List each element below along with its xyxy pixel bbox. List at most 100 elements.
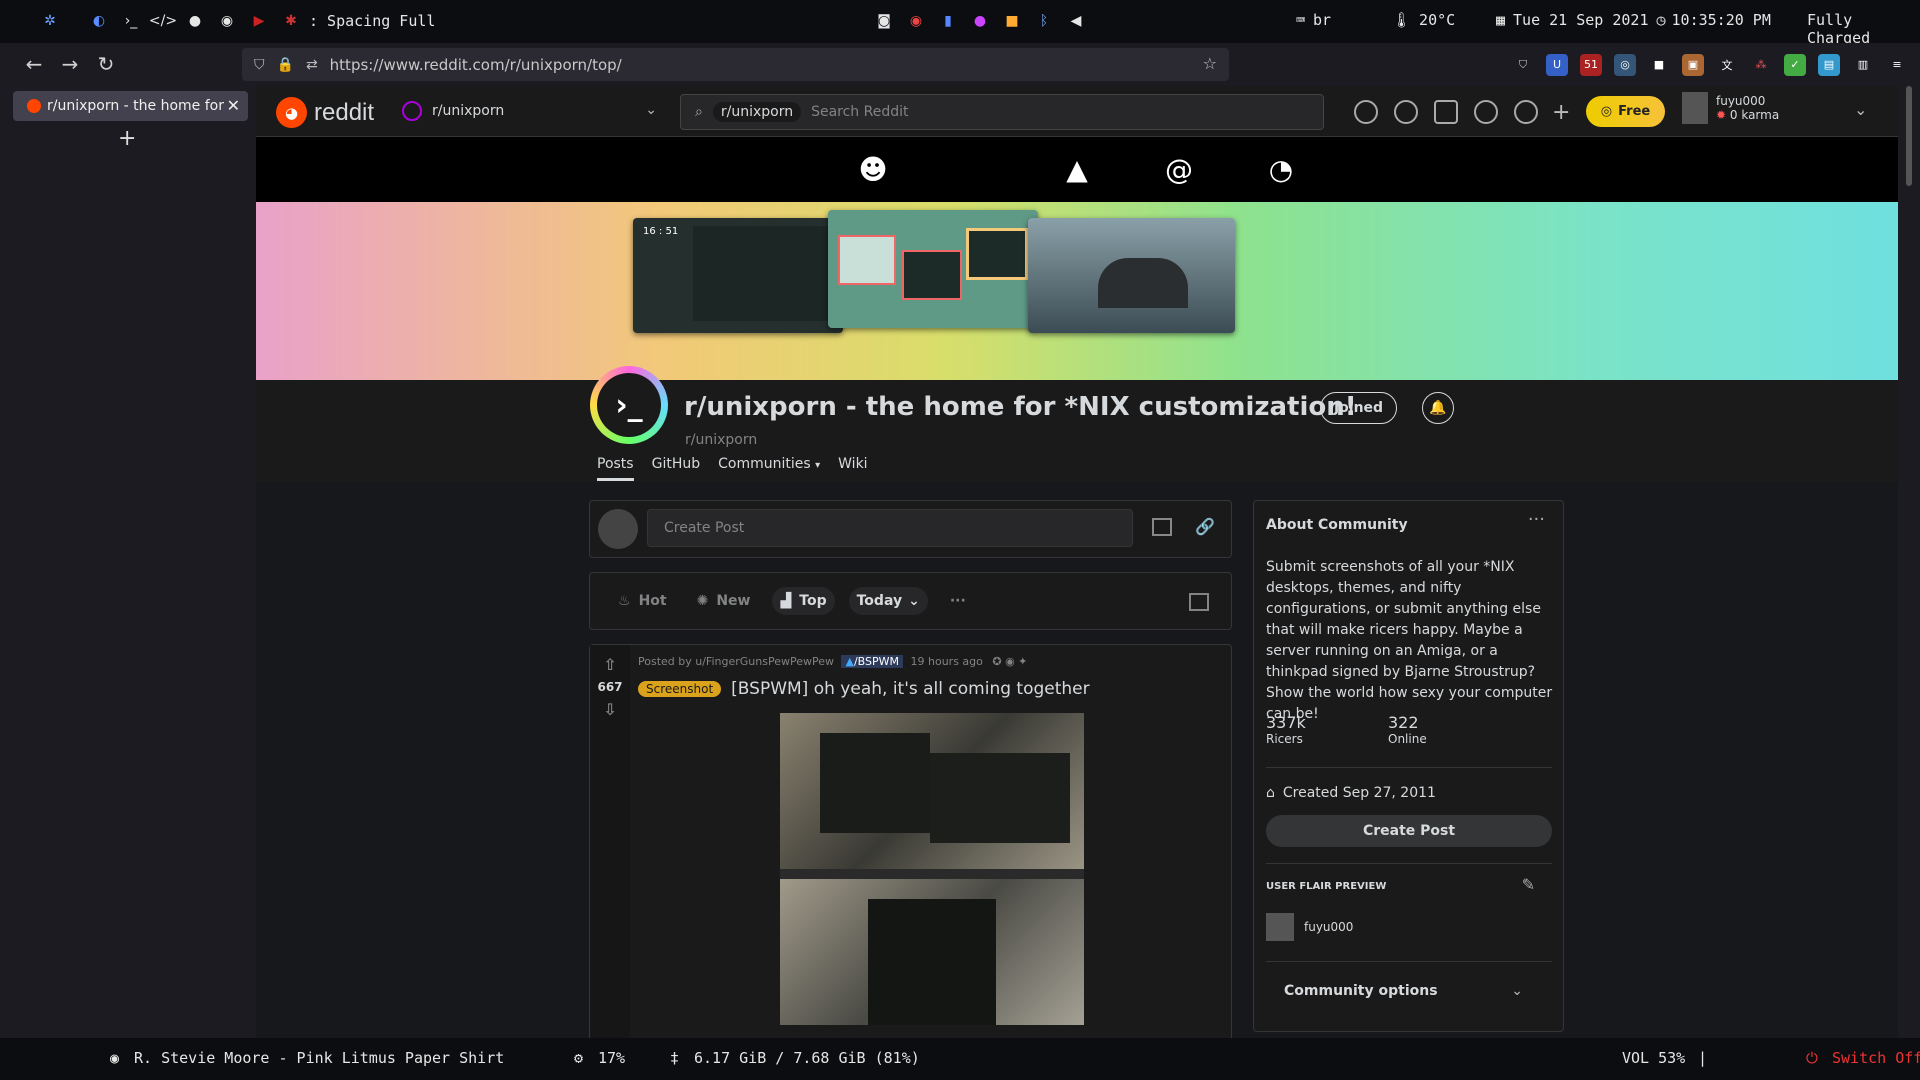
chevron-down-icon: ⌄ xyxy=(908,593,920,609)
post-flair-tag[interactable]: Screenshot xyxy=(638,681,722,697)
search-scope-chip[interactable]: r/unixporn xyxy=(712,102,802,122)
ext-lock-icon[interactable]: ■ xyxy=(1648,54,1670,76)
rpan-icon[interactable] xyxy=(1434,100,1458,124)
popular-icon[interactable] xyxy=(1354,100,1378,124)
youtube-icon[interactable]: ▶ xyxy=(248,10,270,32)
caret-down-icon: ▾ xyxy=(815,460,821,471)
user-flair-text: /BSPWM xyxy=(853,655,899,668)
code-icon[interactable]: </> xyxy=(149,10,177,32)
bell-icon[interactable]: 🔔 xyxy=(1422,392,1454,424)
switch-off[interactable]: Switch Off xyxy=(1832,1049,1920,1067)
post-image[interactable] xyxy=(780,713,1084,1025)
url-text[interactable]: https://www.reddit.com/r/unixporn/top/ xyxy=(330,56,622,74)
keyboard-layout: br xyxy=(1313,11,1332,29)
reddit-logo[interactable]: ◕ reddit xyxy=(276,97,374,128)
tab-wiki[interactable]: Wiki xyxy=(838,456,867,481)
chat-icon[interactable]: ● xyxy=(184,10,206,32)
scrollbar-thumb[interactable] xyxy=(1906,86,1912,186)
search-bar[interactable]: ⌕ r/unixporn Search Reddit xyxy=(680,94,1324,130)
bluetooth-icon[interactable]: ᛒ xyxy=(1033,10,1055,32)
firefox-icon[interactable]: ◐ xyxy=(88,10,110,32)
translate-icon[interactable]: 文 xyxy=(1716,54,1738,76)
spotify-icon[interactable]: ◉ xyxy=(110,1049,119,1067)
volume[interactable]: VOL 53% xyxy=(1622,1049,1685,1067)
community-selector[interactable]: r/unixporn ⌄ xyxy=(402,94,657,128)
gear-icon[interactable]: ✲ xyxy=(39,10,61,32)
files-icon[interactable]: ■ xyxy=(1001,10,1023,32)
community-options-toggle[interactable]: Community options xyxy=(1284,983,1438,999)
chrome-icon[interactable]: ◉ xyxy=(905,10,927,32)
compass-icon[interactable]: ◎ xyxy=(1614,53,1636,76)
notifications-icon[interactable] xyxy=(1514,100,1538,124)
ext-dots-icon[interactable]: ⁂ xyxy=(1750,54,1772,76)
sort-new-button[interactable]: ✺ New xyxy=(689,587,759,615)
more-options-icon[interactable]: ··· xyxy=(1528,509,1545,530)
joined-button[interactable]: Joined xyxy=(1320,392,1397,424)
sort-top-button[interactable]: ▟ Top xyxy=(772,587,835,615)
user-menu[interactable]: fuyu000 ✹ 0 karma ⌄ xyxy=(1682,92,1867,124)
power-icon[interactable]: ⏻ xyxy=(1806,1049,1818,1067)
divider xyxy=(1266,767,1552,768)
pocket-icon[interactable]: ⛉ xyxy=(1512,54,1534,76)
signal-icon[interactable]: ▮ xyxy=(937,10,959,32)
tab-communities[interactable]: Communities ▾ xyxy=(718,456,820,481)
discord-icon[interactable]: ◙ xyxy=(873,10,895,32)
online-count: 322 xyxy=(1388,713,1419,732)
cpu-icon: ⚙ xyxy=(574,1049,584,1067)
image-upload-icon[interactable] xyxy=(1152,518,1172,536)
free-coins-button[interactable]: ◎ Free xyxy=(1586,96,1665,127)
thermometer-icon: 🌡 xyxy=(1392,11,1412,29)
more-options-icon[interactable]: ··· xyxy=(950,593,966,609)
sidebar-toggle-icon[interactable]: ▥ xyxy=(1852,54,1874,76)
post-card[interactable]: ⇧ 667 ⇩ Posted by u/FingerGunsPewPewPew … xyxy=(589,644,1232,1038)
chat-icon[interactable] xyxy=(1474,100,1498,124)
create-post-button[interactable]: Create Post xyxy=(1266,815,1552,847)
shield-icon[interactable]: ⛉ xyxy=(254,57,265,73)
tab-github[interactable]: GitHub xyxy=(652,456,701,481)
terminal-icon[interactable]: ›_ xyxy=(120,10,142,32)
avatar[interactable] xyxy=(598,509,638,549)
lock-icon[interactable]: 🔒 xyxy=(277,57,294,73)
speaker-icon[interactable]: ◀ xyxy=(1065,10,1087,32)
post-age[interactable]: 19 hours ago xyxy=(911,655,983,668)
chevron-down-icon[interactable]: ⌄ xyxy=(1511,983,1523,999)
asterisk-icon[interactable]: ✱ xyxy=(280,10,302,32)
back-button[interactable]: ← xyxy=(16,46,52,82)
ext-badge-icon[interactable]: 51 xyxy=(1580,53,1602,76)
sort-hot-button[interactable]: ♨ Hot xyxy=(610,587,675,615)
post-author[interactable]: Posted by u/FingerGunsPewPewPew xyxy=(638,655,834,668)
post-title[interactable]: [BSPWM] oh yeah, it's all coming togethe… xyxy=(731,679,1089,699)
upvote-icon[interactable]: ⇧ xyxy=(603,655,616,674)
ext-app-icon[interactable]: ▣ xyxy=(1682,53,1704,76)
ublock-icon[interactable]: U xyxy=(1546,53,1568,76)
timeframe-dropdown[interactable]: Today ⌄ xyxy=(848,587,928,615)
close-tab-icon[interactable]: ✕ xyxy=(227,96,240,115)
ext-green-icon[interactable]: ✓ xyxy=(1784,53,1806,76)
volume-bar[interactable]: | xyxy=(1698,1049,1707,1067)
page-scrollbar[interactable] xyxy=(1898,86,1920,1038)
bookmark-star-icon[interactable]: ☆ xyxy=(1203,54,1217,73)
tab-posts[interactable]: Posts xyxy=(597,456,634,481)
layout-switch-icon[interactable] xyxy=(1189,593,1209,611)
create-post-input[interactable]: Create Post xyxy=(647,509,1133,547)
cpu-usage: 17% xyxy=(598,1049,626,1067)
create-post-plus-icon[interactable]: + xyxy=(1552,100,1570,125)
forward-button[interactable]: → xyxy=(52,46,88,82)
downvote-icon[interactable]: ⇩ xyxy=(603,700,616,719)
system-top-bar: ✲ ◐ ›_ </> ● ◉ ▶ ✱ : Spacing Full ◙ ◉ ▮ … xyxy=(0,0,1920,47)
divider xyxy=(1266,863,1552,864)
url-bar[interactable]: ⛉ 🔒 ⇄ https://www.reddit.com/r/unixporn/… xyxy=(242,48,1229,81)
search-input[interactable]: Search Reddit xyxy=(811,104,908,120)
reload-button[interactable]: ↻ xyxy=(88,46,124,82)
spotify-icon[interactable]: ◉ xyxy=(216,10,238,32)
save-icon[interactable]: ▤ xyxy=(1818,53,1840,76)
tab-unixporn[interactable]: r/unixporn - the home for ✕ xyxy=(13,91,248,121)
menu-icon[interactable]: ≡ xyxy=(1886,54,1908,76)
now-playing[interactable]: R. Stevie Moore - Pink Litmus Paper Shir… xyxy=(134,1049,504,1067)
link-icon[interactable]: 🔗 xyxy=(1195,517,1215,536)
permissions-icon[interactable]: ⇄ xyxy=(306,57,318,73)
pencil-icon[interactable]: ✎ xyxy=(1522,875,1535,894)
app-icon[interactable]: ● xyxy=(969,10,991,32)
new-tab-button[interactable]: + xyxy=(118,126,136,151)
all-icon[interactable] xyxy=(1394,100,1418,124)
